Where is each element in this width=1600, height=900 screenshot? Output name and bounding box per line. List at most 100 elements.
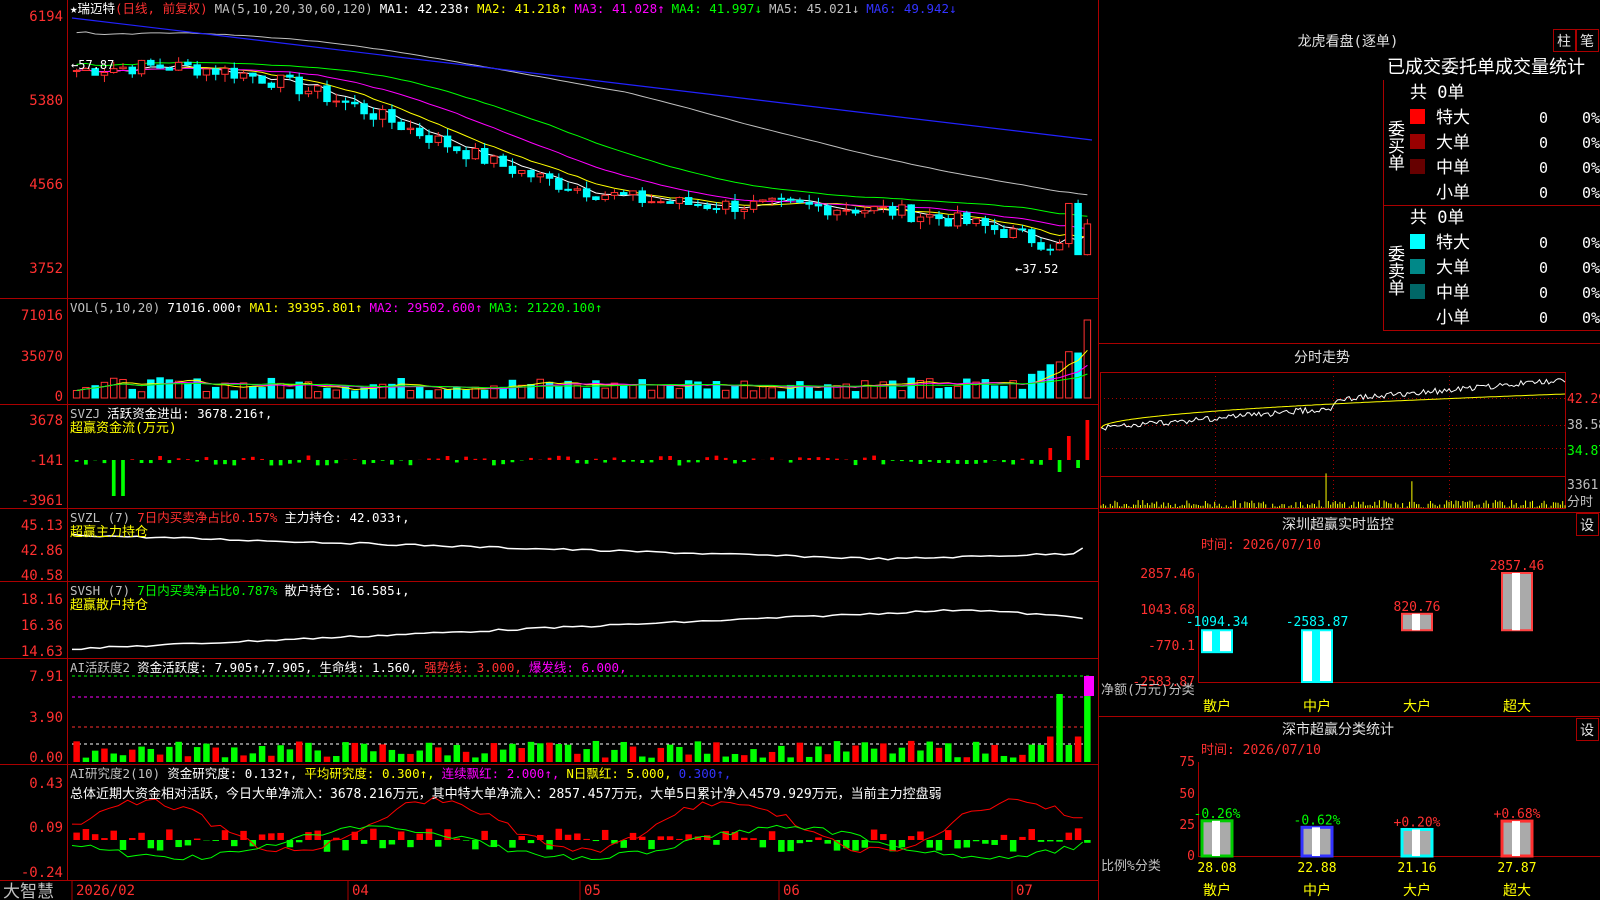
research-bar [277, 832, 284, 840]
date-label: 2026/02 [76, 883, 135, 899]
research-bar [648, 840, 655, 850]
flow-bar [1057, 460, 1062, 472]
research-bar [555, 828, 563, 840]
volume-bar [740, 380, 749, 399]
candle [879, 206, 888, 209]
stats-category-label: 中户 [1303, 882, 1331, 899]
btn-zhu[interactable]: 柱 [1553, 29, 1576, 52]
candle [258, 75, 266, 84]
activity-bar [175, 741, 182, 762]
flow-bar [612, 457, 617, 460]
research-bar [472, 840, 479, 850]
activity-bar [685, 754, 692, 762]
flow-bar [278, 460, 283, 466]
activity-bar [333, 756, 340, 762]
research-bar [370, 828, 377, 840]
activity-bar [880, 743, 887, 762]
activity-bar [212, 747, 219, 762]
flow-bar [436, 458, 441, 460]
btn-set-monitor[interactable]: 设 [1576, 513, 1599, 536]
flow-bar [566, 456, 570, 460]
candle [1083, 223, 1092, 256]
volume-bar [759, 385, 767, 399]
activity-bar [1074, 736, 1082, 762]
volume-bar [963, 378, 971, 399]
research-bar [768, 831, 776, 840]
volume-bar [286, 389, 294, 399]
activity-bar [129, 749, 136, 762]
order-count: 0 [1539, 309, 1548, 327]
legend-item: SVZJ [70, 406, 100, 421]
ai-active-pane[interactable] [72, 675, 1094, 762]
flow-bar [1002, 460, 1006, 463]
research-bar [73, 832, 80, 840]
legend-item: MA3: 41.028↑ [574, 1, 664, 16]
flow-bar [714, 455, 719, 460]
candle [898, 204, 906, 216]
research-bar [212, 840, 219, 841]
sell-total: 共 0单 [1410, 208, 1464, 228]
candle [972, 218, 980, 225]
activity-bar [472, 757, 479, 762]
high-annotation: ←57.87 [71, 58, 114, 72]
svg-text:5380: 5380 [29, 93, 63, 109]
volume-bar [184, 383, 192, 399]
btn-bi[interactable]: 笔 [1576, 29, 1599, 52]
svsh-pane[interactable] [72, 608, 1083, 651]
flow-bar [649, 460, 654, 463]
volume-bar [239, 382, 248, 399]
activity-bar [750, 749, 757, 762]
candle [731, 200, 739, 212]
candle [490, 155, 498, 164]
date-axis[interactable]: 2026/02 04 05 06 07 [71, 880, 1033, 900]
monitor-axis-label: -770.1 [1148, 639, 1195, 654]
research-bar [388, 840, 396, 845]
activity-bar [611, 749, 618, 762]
activity-bar [787, 757, 794, 762]
stats-chart[interactable]: 7550250-0.26%28.08散户-0.62%22.88中户+0.20%2… [1179, 755, 1540, 899]
research-bar [119, 840, 127, 850]
svg-text:0.09: 0.09 [29, 820, 63, 836]
research-bar [147, 840, 155, 849]
candle [527, 170, 535, 178]
candle [657, 201, 665, 204]
candle [814, 203, 823, 207]
flow-bar [668, 456, 672, 460]
svzj-pane[interactable] [74, 420, 1090, 496]
volume-bar [861, 380, 869, 399]
candle [536, 173, 545, 178]
volume-bar [731, 384, 739, 399]
flow-bar [686, 460, 691, 463]
price-pane[interactable] [71, 17, 1093, 256]
research-bar [1028, 829, 1035, 840]
volume-bar [137, 391, 146, 399]
volume-pane[interactable] [72, 319, 1092, 399]
research-bar [166, 829, 173, 840]
btn-set-stats[interactable]: 设 [1576, 718, 1599, 741]
activity-bar [231, 747, 238, 762]
volume-bar [1027, 373, 1036, 399]
ai-research-summary: 总体近期大资金相对活跃，今日大单净流入：3678.216万元，其中特大单净流入：… [70, 786, 942, 802]
flow-bar [816, 457, 821, 460]
monitor-time: 时间: 2026/07/10 [1201, 538, 1321, 553]
stats-bar-shine [1412, 829, 1420, 856]
legend-item: 散户持仓: 16.585↓, [284, 583, 409, 598]
volume-bar [434, 389, 443, 399]
svg-text:分时: 分时 [1567, 495, 1593, 510]
legend-item: SVZL (7) [70, 510, 130, 525]
volume-bar [267, 377, 276, 399]
ai-research-pane[interactable] [71, 796, 1091, 861]
svg-text:18.16: 18.16 [21, 592, 63, 608]
research-bar [601, 829, 609, 840]
monitor-bar-shine [1512, 573, 1520, 631]
monitor-category-label: 散户 [1203, 698, 1231, 715]
svzl-pane[interactable] [71, 533, 1084, 561]
stats-bar-shine [1312, 827, 1320, 856]
flow-bar [705, 457, 710, 460]
candle [499, 155, 507, 167]
ma-legend: ★瑞迈特(日线, 前复权) MA(5,10,20,30,60,120) MA1: 4… [70, 1, 957, 16]
activity-bar [444, 755, 451, 762]
flow-bar [427, 458, 431, 460]
activity-bar [138, 746, 145, 762]
candle [369, 113, 378, 120]
